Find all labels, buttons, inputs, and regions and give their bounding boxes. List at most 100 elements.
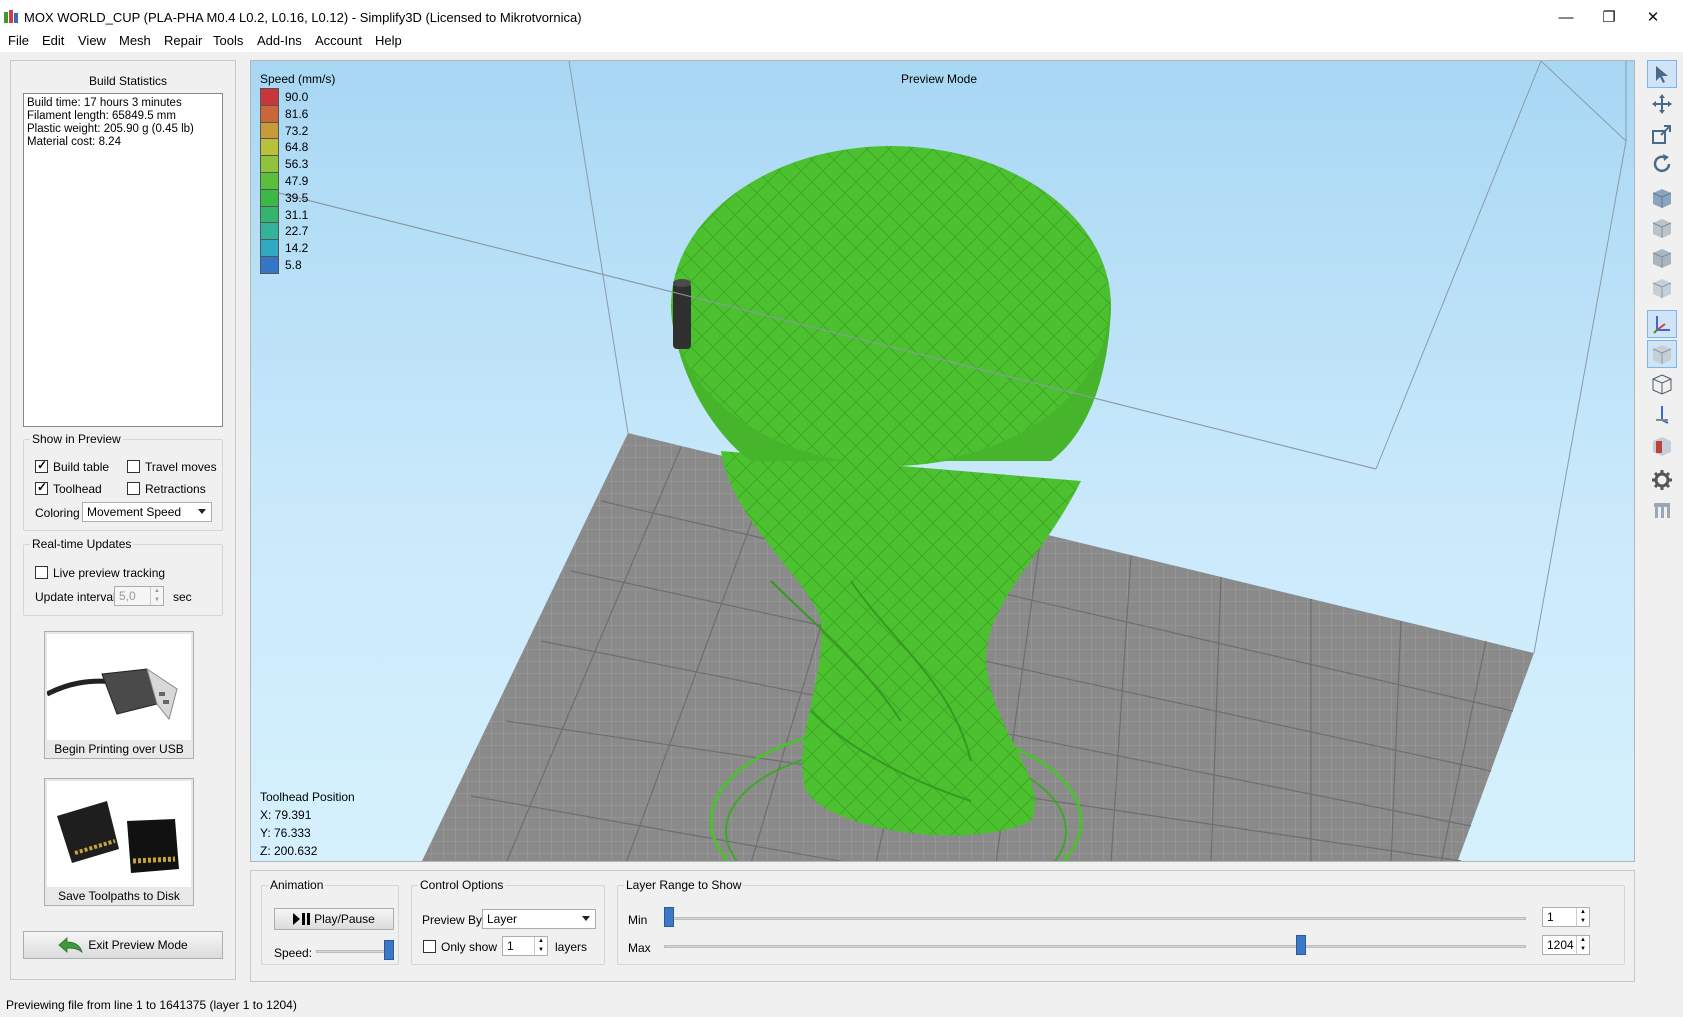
legend-entry: 90.0 (260, 88, 320, 106)
toolhead-z: Z: 200.632 (260, 844, 318, 858)
view-iso-button[interactable] (1647, 184, 1677, 212)
gear-icon (1652, 470, 1672, 490)
back-arrow-icon (58, 937, 84, 953)
section-cube-icon (1653, 437, 1671, 456)
rotate-tool-button[interactable] (1647, 150, 1677, 178)
trophy-top-surface (673, 148, 1109, 464)
select-tool-button[interactable] (1647, 60, 1677, 88)
play-pause-icon (293, 913, 311, 925)
menu-repair[interactable]: Repair (164, 33, 202, 48)
spin-up-icon[interactable]: ▲ (1576, 908, 1589, 917)
legend-swatch (260, 205, 279, 224)
show-in-preview-title: Show in Preview (30, 432, 123, 446)
speed-slider-handle[interactable] (384, 940, 394, 960)
only-show-input[interactable]: 1 ▲ ▼ (502, 936, 548, 956)
stat-build-time: Build time: 17 hours 3 minutes (27, 97, 182, 109)
menu-edit[interactable]: Edit (42, 33, 64, 48)
solid-cube-icon (1652, 345, 1672, 364)
build-table-checkbox[interactable] (35, 458, 48, 473)
spin-down-icon[interactable]: ▼ (150, 596, 163, 605)
spin-down-icon[interactable]: ▼ (1576, 945, 1589, 954)
wireframe-view-button[interactable] (1647, 370, 1677, 398)
3d-viewport[interactable]: Speed (mm/s) 90.0 81.6 73.2 64.8 56.3 47.9 39.… (250, 60, 1635, 862)
live-preview-checkbox[interactable] (35, 566, 48, 579)
menu-view[interactable]: View (78, 33, 106, 48)
exit-preview-mode-label: Exit Preview Mode (88, 938, 188, 952)
view-front-button[interactable] (1647, 214, 1677, 242)
restore-button[interactable]: ❐ (1586, 0, 1632, 34)
legend-swatch (260, 155, 279, 174)
save-toolpaths-disk-button[interactable]: Save Toolpaths to Disk (44, 778, 194, 906)
legend-value: 39.5 (285, 190, 309, 205)
control-options-group: Control Options Preview By Layer Only sh… (411, 878, 605, 965)
menu-add-ins[interactable]: Add-Ins (257, 33, 302, 48)
exit-preview-mode-button[interactable]: Exit Preview Mode (23, 931, 223, 959)
minimize-button[interactable]: — (1543, 0, 1589, 34)
retractions-checkbox[interactable] (127, 482, 140, 495)
spin-up-icon[interactable]: ▲ (1576, 936, 1589, 945)
supports-icon (1654, 503, 1670, 518)
stat-plastic-weight: Plastic weight: 205.90 g (0.45 lb) (27, 123, 194, 135)
toolhead-checkbox[interactable] (35, 480, 48, 495)
update-interval-label: Update interval (35, 590, 116, 604)
menu-mesh[interactable]: Mesh (119, 33, 151, 48)
build-table-label: Build table (53, 460, 110, 474)
toolhead-label: Toolhead (53, 482, 102, 496)
speed-slider-track[interactable] (316, 950, 394, 953)
cross-section-button[interactable] (1647, 400, 1677, 428)
spin-down-icon[interactable]: ▼ (1576, 917, 1589, 926)
only-show-checkbox[interactable] (423, 940, 436, 953)
show-axes-button[interactable] (1647, 310, 1677, 338)
sd-card-image (47, 781, 191, 887)
menu-help[interactable]: Help (375, 33, 402, 48)
scale-tool-button[interactable] (1647, 120, 1677, 148)
move-tool-button[interactable] (1647, 90, 1677, 118)
preview-by-value: Layer (487, 912, 518, 926)
coloring-value: Movement Speed (87, 505, 182, 519)
build-statistics-title: Build Statistics (89, 74, 168, 88)
min-layer-slider-track[interactable] (664, 917, 1526, 920)
update-interval-input[interactable]: 5,0 ▲ ▼ (114, 586, 164, 606)
close-button[interactable]: ✕ (1630, 0, 1676, 34)
spin-up-icon[interactable]: ▲ (150, 587, 163, 596)
legend-entry: 22.7 (260, 222, 320, 241)
title-bar: MOX WORLD_CUP (PLA-PHA M0.4 L0.2, L0.16,… (0, 0, 1683, 34)
preview-by-select[interactable]: Layer (482, 909, 596, 929)
max-layer-slider-handle[interactable] (1296, 935, 1307, 955)
cube-front-icon (1652, 219, 1672, 238)
menu-tools[interactable]: Tools (213, 33, 243, 48)
view-side-button[interactable] (1647, 274, 1677, 302)
wireframe-cube-icon (1652, 374, 1672, 395)
max-layer-input[interactable]: 1204 ▲ ▼ (1542, 935, 1590, 955)
spin-up-icon[interactable]: ▲ (534, 937, 547, 946)
cube-iso-icon (1652, 189, 1672, 208)
menu-file[interactable]: File (8, 33, 29, 48)
travel-moves-checkbox[interactable] (127, 460, 140, 473)
settings-button[interactable] (1647, 466, 1677, 494)
animation-title: Animation (268, 878, 326, 892)
supports-button[interactable] (1647, 496, 1677, 524)
view-top-button[interactable] (1647, 244, 1677, 272)
toolhead-position: Toolhead Position X: 79.391 Y: 76.333 Z:… (260, 788, 355, 860)
legend-value: 31.1 (285, 207, 309, 222)
right-toolbar (1647, 60, 1679, 530)
min-layer-input[interactable]: 1 ▲ ▼ (1542, 907, 1590, 927)
build-statistics-box[interactable]: Build time: 17 hours 3 minutes Filament … (23, 93, 223, 427)
left-panel: Build Statistics Build time: 17 hours 3 … (10, 60, 236, 980)
bottom-panel: Animation Play/Pause Speed: Control Opti… (250, 870, 1635, 982)
live-preview-label: Live preview tracking (53, 566, 166, 580)
section-view-button[interactable] (1647, 432, 1677, 460)
menu-account[interactable]: Account (315, 33, 362, 48)
max-layer-slider-track[interactable] (664, 945, 1526, 948)
solid-view-button[interactable] (1647, 340, 1677, 368)
legend-value: 90.0 (285, 90, 309, 104)
begin-printing-usb-button[interactable]: Begin Printing over USB (44, 631, 194, 759)
begin-printing-usb-label: Begin Printing over USB (54, 742, 184, 756)
status-text: Previewing file from line 1 to 1641375 (… (6, 998, 297, 1012)
animation-group: Animation Play/Pause Speed: (261, 878, 399, 965)
min-layer-slider-handle[interactable] (664, 907, 674, 927)
coloring-select[interactable]: Movement Speed (82, 502, 212, 522)
play-pause-button[interactable]: Play/Pause (274, 908, 394, 930)
spin-down-icon[interactable]: ▼ (534, 946, 547, 955)
legend-value: 81.6 (285, 106, 309, 121)
